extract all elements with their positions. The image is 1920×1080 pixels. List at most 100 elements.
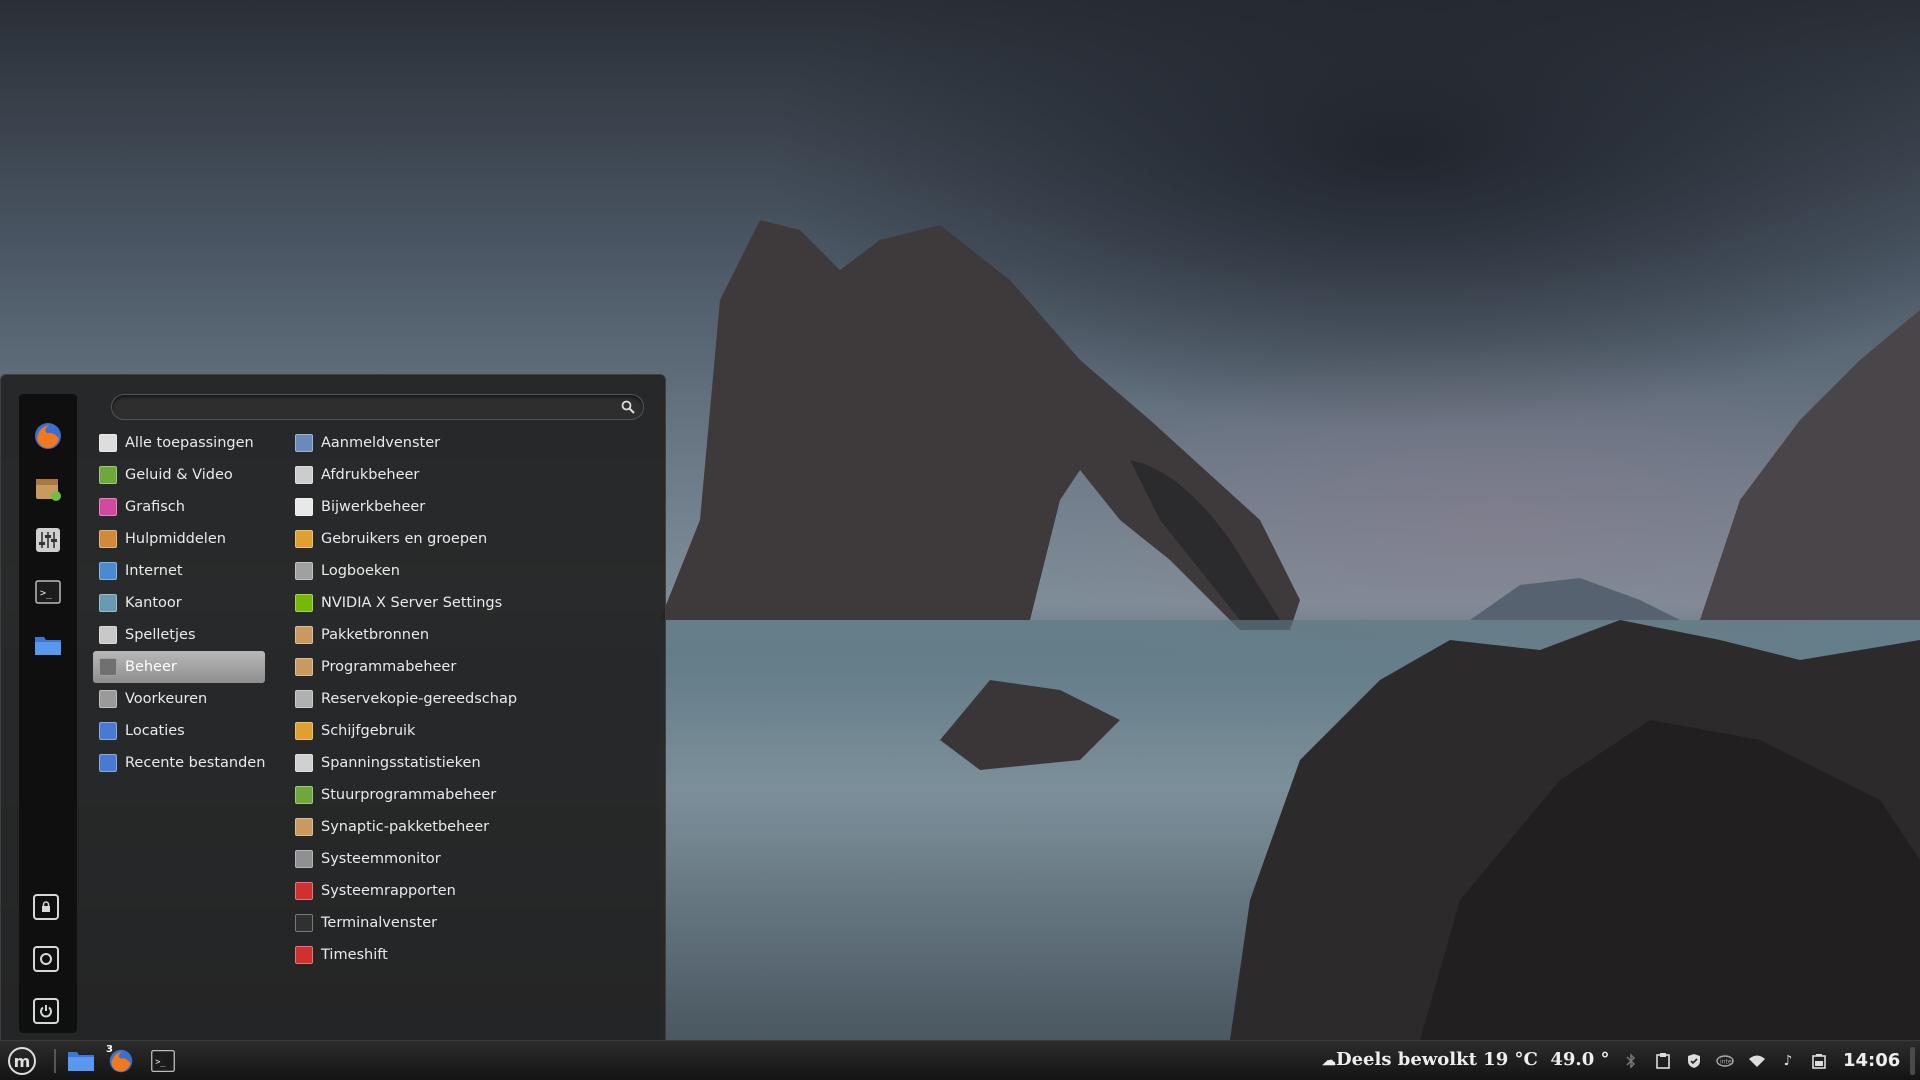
application-item[interactable]: Bijwerkbeheer — [295, 491, 645, 523]
category-item[interactable]: Kantoor — [93, 587, 265, 619]
folder-icon — [99, 722, 117, 740]
disk-usage-icon — [295, 722, 313, 740]
software-manager-icon[interactable] — [32, 472, 64, 504]
application-label: Logboeken — [321, 563, 400, 579]
lock-screen-icon[interactable] — [33, 894, 59, 920]
application-item[interactable]: Programmabeheer — [295, 651, 645, 683]
multimedia-icon — [99, 466, 117, 484]
application-menu: >_ Alle toepassingen Geluid & Video Grafis… — [0, 374, 666, 1042]
application-item[interactable]: Afdrukbeheer — [295, 459, 645, 491]
clock[interactable]: 14:06 — [1843, 1050, 1900, 1071]
taskbar-separator — [54, 1049, 56, 1073]
internet-icon — [99, 562, 117, 580]
category-list: Alle toepassingen Geluid & Video Grafisch H… — [93, 427, 265, 779]
application-label: Schijfgebruik — [321, 723, 416, 739]
office-icon — [99, 594, 117, 612]
logs-icon — [295, 562, 313, 580]
application-item[interactable]: Schijfgebruik — [295, 715, 645, 747]
driver-manager-icon — [295, 786, 313, 804]
search-input[interactable] — [126, 398, 610, 418]
application-item[interactable]: Logboeken — [295, 555, 645, 587]
logout-icon[interactable] — [33, 946, 59, 972]
wifi-icon[interactable] — [1748, 1052, 1766, 1070]
category-label: Recente bestanden — [125, 755, 266, 771]
menu-button[interactable]: m — [4, 1045, 40, 1077]
category-label: Hulpmiddelen — [125, 531, 226, 547]
terminal-icon — [295, 914, 313, 932]
category-label: Alle toepassingen — [125, 435, 254, 451]
application-item[interactable]: Systeemmonitor — [295, 843, 645, 875]
svg-text:intel: intel — [1720, 1059, 1734, 1066]
graphics-icon — [99, 498, 117, 516]
administration-icon — [99, 658, 117, 676]
clipboard-icon[interactable] — [1654, 1052, 1672, 1070]
firefox-icon[interactable] — [32, 420, 64, 452]
category-item[interactable]: Hulpmiddelen — [93, 523, 265, 555]
category-label: Geluid & Video — [125, 467, 233, 483]
synaptic-icon — [295, 818, 313, 836]
linux-mint-logo-icon: m — [8, 1047, 36, 1075]
files-icon[interactable] — [66, 1046, 96, 1076]
category-label: Locaties — [125, 723, 185, 739]
favorites-sidebar: >_ — [19, 394, 77, 1033]
application-item[interactable]: Reservekopie-gereedschap — [295, 683, 645, 715]
category-item[interactable]: Beheer — [93, 651, 265, 683]
terminal-icon[interactable]: >_ — [148, 1046, 178, 1076]
application-label: Timeshift — [321, 947, 388, 963]
category-label: Spelletjes — [125, 627, 196, 643]
application-label: Spanningsstatistieken — [321, 755, 481, 771]
temperature-readout: 49.0 ° — [1550, 1049, 1610, 1070]
application-item[interactable]: Terminalvenster — [295, 907, 645, 939]
show-desktop-button[interactable] — [1910, 1047, 1915, 1075]
update-shield-icon[interactable] — [1685, 1052, 1703, 1070]
category-item[interactable]: Locaties — [93, 715, 265, 747]
users-icon — [295, 530, 313, 548]
category-item[interactable]: Spelletjes — [93, 619, 265, 651]
sound-icon[interactable]: ♪ — [1779, 1052, 1797, 1070]
application-item[interactable]: Aanmeldvenster — [295, 427, 645, 459]
category-item[interactable]: Grafisch — [93, 491, 265, 523]
preferences-icon — [99, 690, 117, 708]
application-label: Pakketbronnen — [321, 627, 430, 643]
application-item[interactable]: Spanningsstatistieken — [295, 747, 645, 779]
application-label: Gebruikers en groepen — [321, 531, 488, 547]
application-item[interactable]: Synaptic-pakketbeheer — [295, 811, 645, 843]
weather-applet[interactable]: ☁Deels bewolkt 19 °C 49.0 ° — [1322, 1049, 1609, 1070]
package-sources-icon — [295, 626, 313, 644]
category-item[interactable]: Geluid & Video — [93, 459, 265, 491]
system-settings-icon[interactable] — [32, 524, 64, 556]
application-item[interactable]: Stuurprogrammabeheer — [295, 779, 645, 811]
files-icon[interactable] — [32, 628, 64, 660]
application-label: Synaptic-pakketbeheer — [321, 819, 490, 835]
software-manager-icon — [295, 658, 313, 676]
intel-icon[interactable]: intel — [1716, 1052, 1734, 1070]
application-item[interactable]: Timeshift — [295, 939, 645, 971]
application-item[interactable]: Pakketbronnen — [295, 619, 645, 651]
application-label: Systeemrapporten — [321, 883, 456, 899]
application-item[interactable]: Gebruikers en groepen — [295, 523, 645, 555]
bluetooth-icon[interactable] — [1622, 1052, 1640, 1070]
printer-icon — [295, 466, 313, 484]
application-item[interactable]: NVIDIA X Server Settings — [295, 587, 645, 619]
firefox-icon[interactable]: 3 — [106, 1044, 136, 1076]
category-item[interactable]: Internet — [93, 555, 265, 587]
application-label: Aanmeldvenster — [321, 435, 441, 451]
shutdown-icon[interactable] — [33, 998, 59, 1024]
application-label: Stuurprogrammabeheer — [321, 787, 497, 803]
games-icon — [99, 626, 117, 644]
category-label: Grafisch — [125, 499, 185, 515]
shield-icon — [295, 498, 313, 516]
accessories-icon — [99, 530, 117, 548]
application-label: NVIDIA X Server Settings — [321, 595, 503, 611]
terminal-icon[interactable]: >_ — [32, 576, 64, 608]
category-label: Voorkeuren — [125, 691, 208, 707]
battery-icon[interactable] — [1810, 1052, 1828, 1070]
category-item[interactable]: Alle toepassingen — [93, 427, 265, 459]
application-label: Terminalvenster — [321, 915, 438, 931]
weather-cloud-icon: ☁ — [1322, 1053, 1336, 1069]
category-item[interactable]: Voorkeuren — [93, 683, 265, 715]
application-item[interactable]: Systeemrapporten — [295, 875, 645, 907]
category-item[interactable]: Recente bestanden — [93, 747, 265, 779]
search-icon[interactable] — [621, 400, 635, 414]
application-label: Afdrukbeheer — [321, 467, 420, 483]
